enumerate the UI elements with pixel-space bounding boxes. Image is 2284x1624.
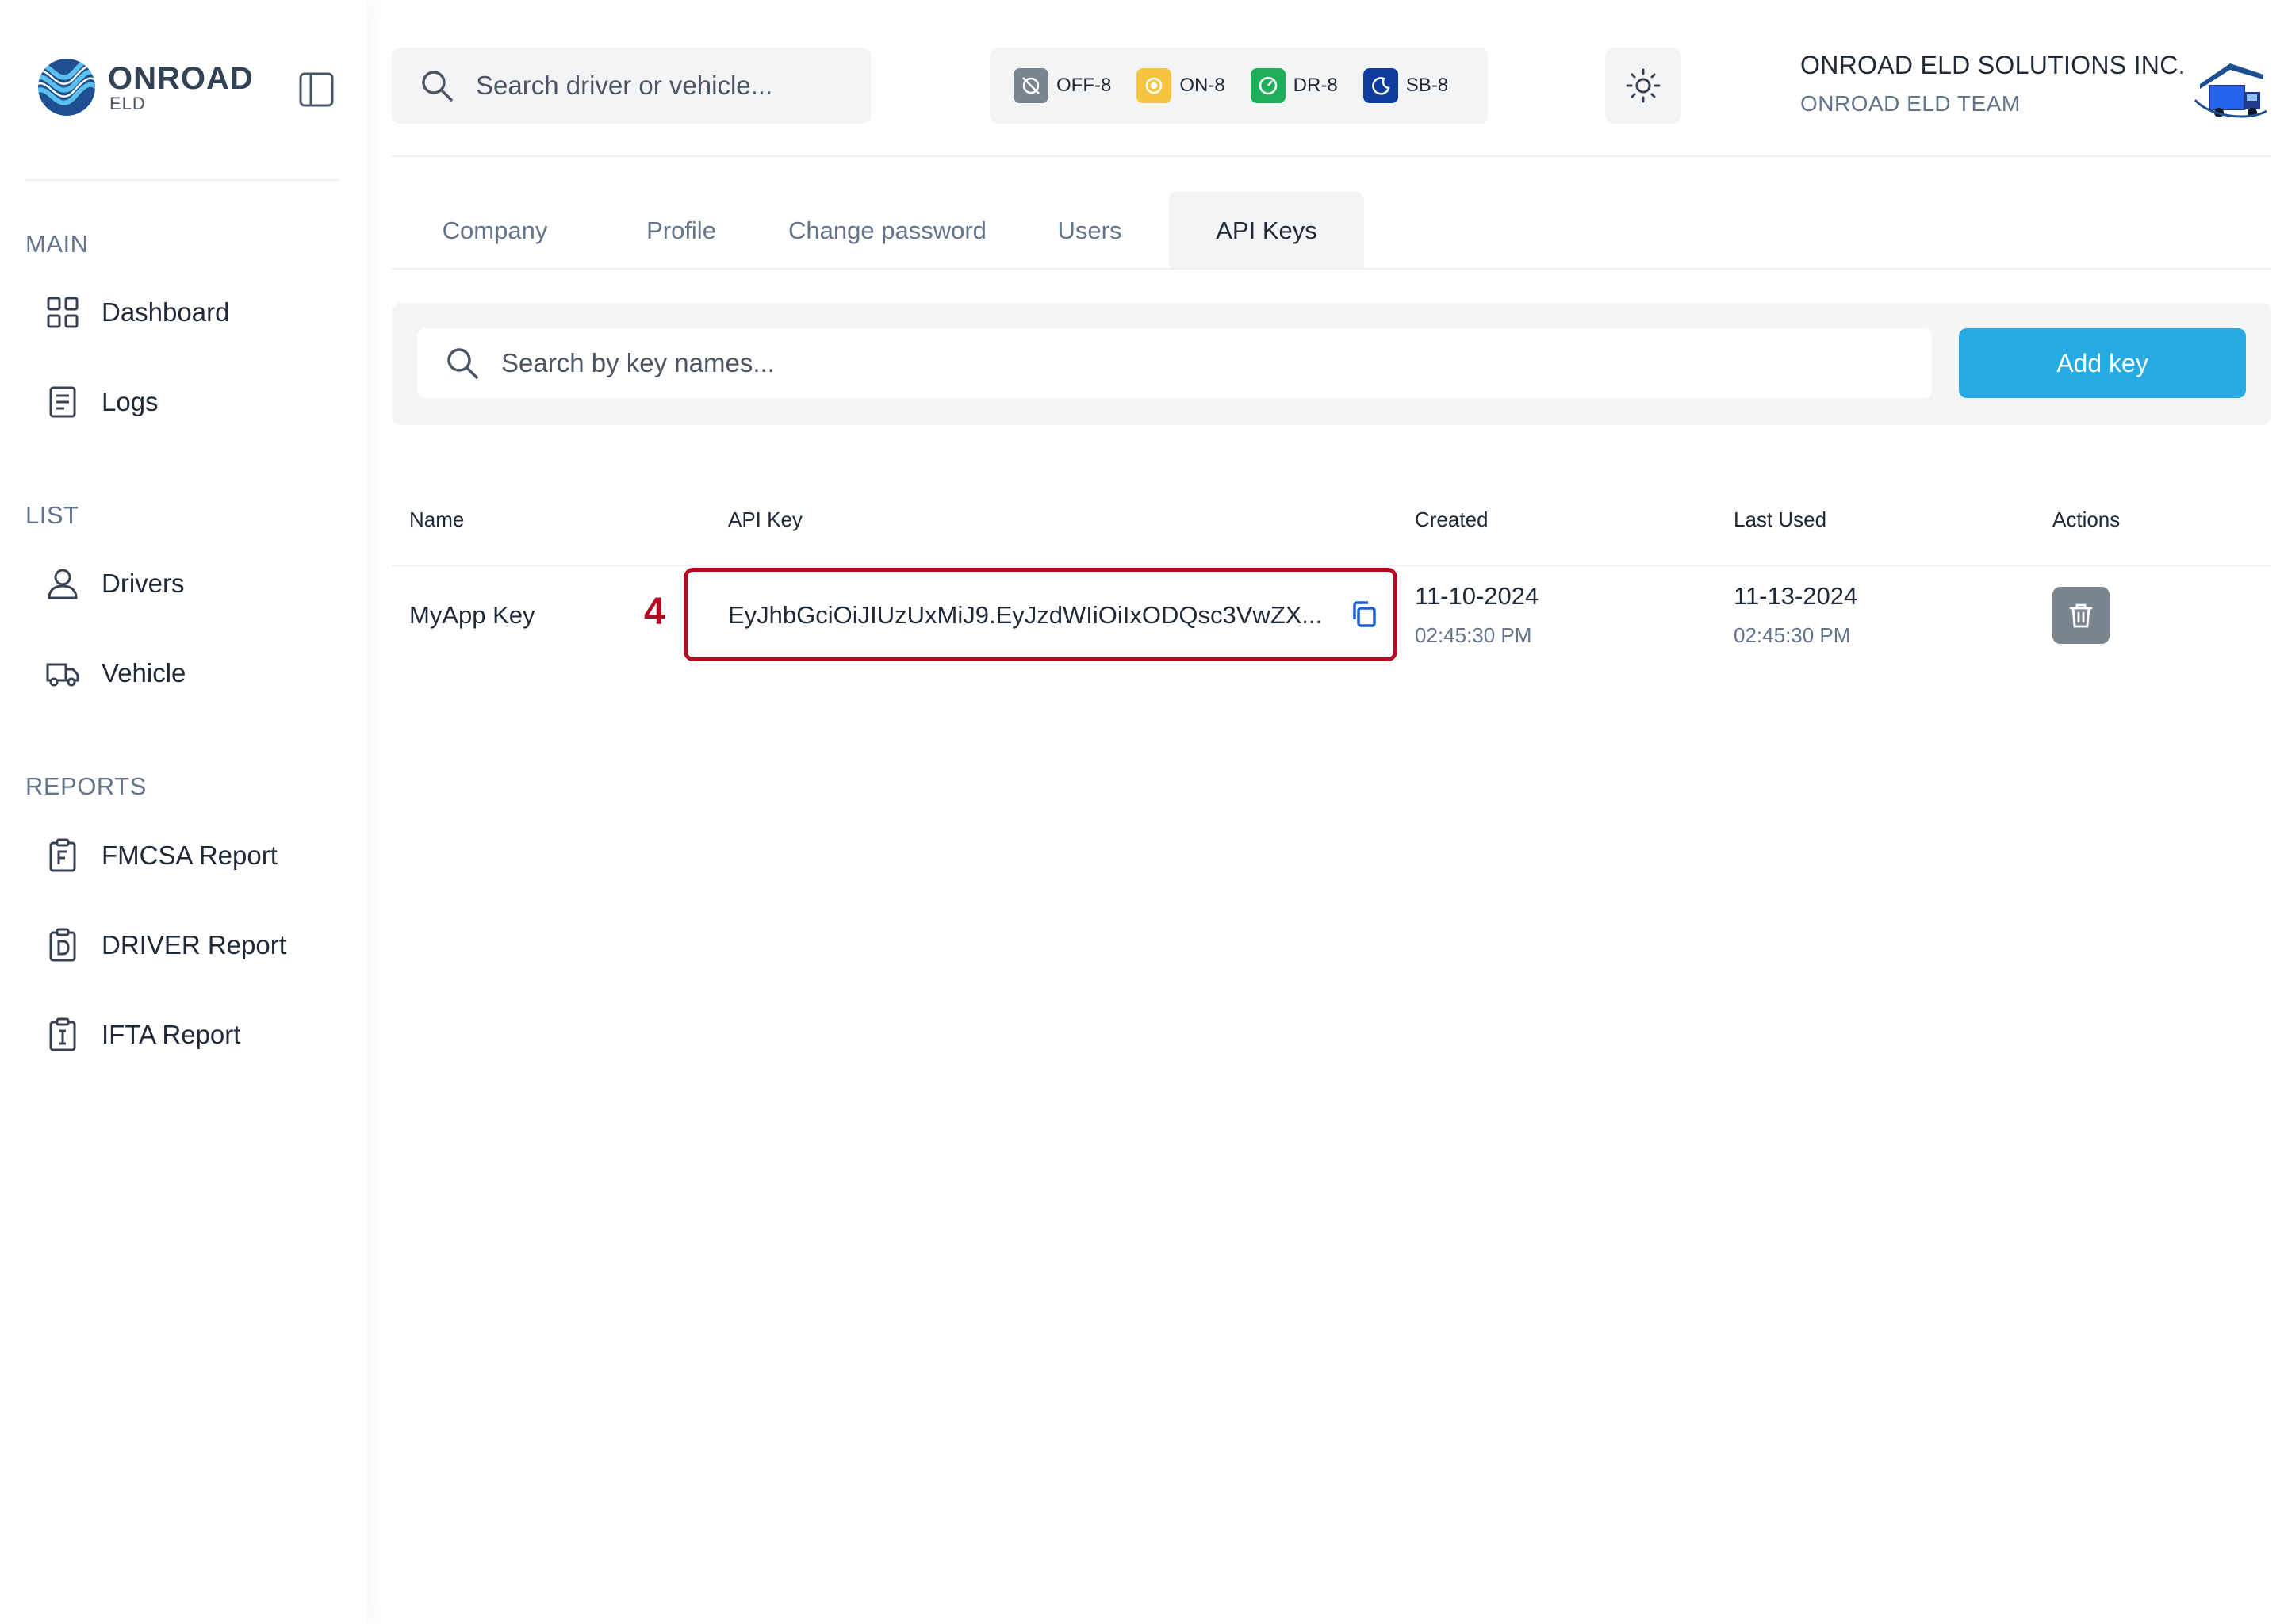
key-search-input[interactable] [500,347,1914,379]
duty-status-bar: OFF-8 ON-8 DR-8 SB-8 [990,48,1488,124]
column-header-last-used: Last Used [1734,508,1827,531]
table-header-divider [392,565,2271,566]
brand-name: ONROAD [108,61,254,96]
sidebar-item-label: Dashboard [102,297,230,327]
sidebar-toggle-icon[interactable] [297,70,336,109]
delete-key-button[interactable] [2052,587,2110,644]
api-keys-toolbar: Add key [392,303,2271,425]
status-driving[interactable]: DR-8 [1250,68,1338,103]
user-icon [48,569,78,599]
sidebar-item-ifta-report[interactable]: IFTA Report [44,1011,240,1059]
search-icon [447,348,478,379]
sidebar-item-driver-report[interactable]: DRIVER Report [44,921,286,969]
api-key-value[interactable]: EyJhbGciOiJIUzUxMiJ9.EyJzdWIiOiIxODQsc3V… [728,601,1339,630]
grid-icon [47,297,79,328]
last-used-date: 11-13-2024 [1734,582,1858,610]
sidebar-item-drivers[interactable]: Drivers [44,560,185,607]
driving-icon [1250,68,1286,103]
status-off-duty[interactable]: OFF-8 [1014,68,1111,103]
sidebar-item-vehicle[interactable]: Vehicle [44,649,186,697]
sidebar-item-label: Logs [102,387,159,416]
header-divider [392,155,2271,157]
key-search[interactable] [417,328,1932,398]
brand-subtitle: ELD [109,94,146,113]
column-header-actions: Actions [2052,508,2121,531]
sidebar-section-reports: REPORTS [25,772,147,800]
global-search[interactable] [392,48,871,124]
tab-profile[interactable]: Profile [598,192,765,270]
sidebar-item-label: FMCSA Report [102,841,278,870]
sidebar-item-logs[interactable]: Logs [44,378,159,426]
onroad-logo-icon [38,59,95,116]
key-name: MyApp Key [409,601,535,629]
tab-company[interactable]: Company [392,192,598,270]
company-info[interactable]: ONROAD ELD SOLUTIONS INC. ONROAD ELD TEA… [1800,51,2186,117]
step-number-badge: 4 [644,591,665,633]
sidebar-item-label: DRIVER Report [102,930,286,959]
status-label: OFF-8 [1056,75,1112,96]
created-time: 02:45:30 PM [1415,623,1532,647]
clipboard-f-icon [49,838,76,872]
sidebar-divider [25,179,339,181]
trash-icon [2069,603,2093,628]
settings-tabs: Company Profile Change password Users AP… [392,192,1364,270]
brand[interactable]: ONROAD ELD [36,57,254,117]
sidebar: ONROAD ELD MAIN Dashboard Logs LIST Driv… [0,0,366,1624]
clipboard-d-icon [49,928,76,962]
search-icon [422,71,453,102]
status-on-duty[interactable]: ON-8 [1136,68,1225,103]
tabs-divider [392,268,2271,270]
sidebar-item-label: Drivers [102,569,185,598]
sun-icon [1626,68,1661,103]
column-header-created: Created [1415,508,1489,531]
sidebar-section-main: MAIN [25,230,89,258]
on-duty-icon [1136,68,1172,103]
sidebar-item-label: Vehicle [102,658,186,688]
global-search-input[interactable] [474,70,858,102]
sidebar-item-dashboard[interactable]: Dashboard [44,289,229,336]
sidebar-item-label: IFTA Report [102,1020,241,1049]
status-label: DR-8 [1293,75,1338,96]
company-name: ONROAD ELD SOLUTIONS INC. [1800,51,2186,79]
status-label: ON-8 [1179,75,1225,96]
sidebar-item-fmcsa-report[interactable]: FMCSA Report [44,832,278,879]
tab-api-keys[interactable]: API Keys [1169,192,1364,270]
column-header-api-key: API Key [728,508,803,531]
tab-change-password[interactable]: Change password [765,192,1010,270]
copy-icon[interactable] [1348,598,1380,630]
document-icon [49,386,76,418]
status-sleeper[interactable]: SB-8 [1362,68,1449,103]
company-avatar-truck-icon[interactable] [2192,52,2268,124]
off-duty-icon [1014,68,1048,103]
sidebar-section-list: LIST [25,501,79,529]
team-name: ONROAD ELD TEAM [1800,91,2021,116]
status-label: SB-8 [1405,75,1449,96]
sleeper-icon [1362,68,1398,103]
add-key-button[interactable]: Add key [1959,328,2246,398]
column-header-name: Name [409,508,465,531]
created-date: 11-10-2024 [1415,582,1539,610]
clipboard-i-icon [49,1017,76,1051]
tab-users[interactable]: Users [1010,192,1169,270]
truck-icon [46,663,79,687]
theme-toggle-button[interactable] [1605,48,1681,124]
last-used-time: 02:45:30 PM [1734,623,1851,647]
